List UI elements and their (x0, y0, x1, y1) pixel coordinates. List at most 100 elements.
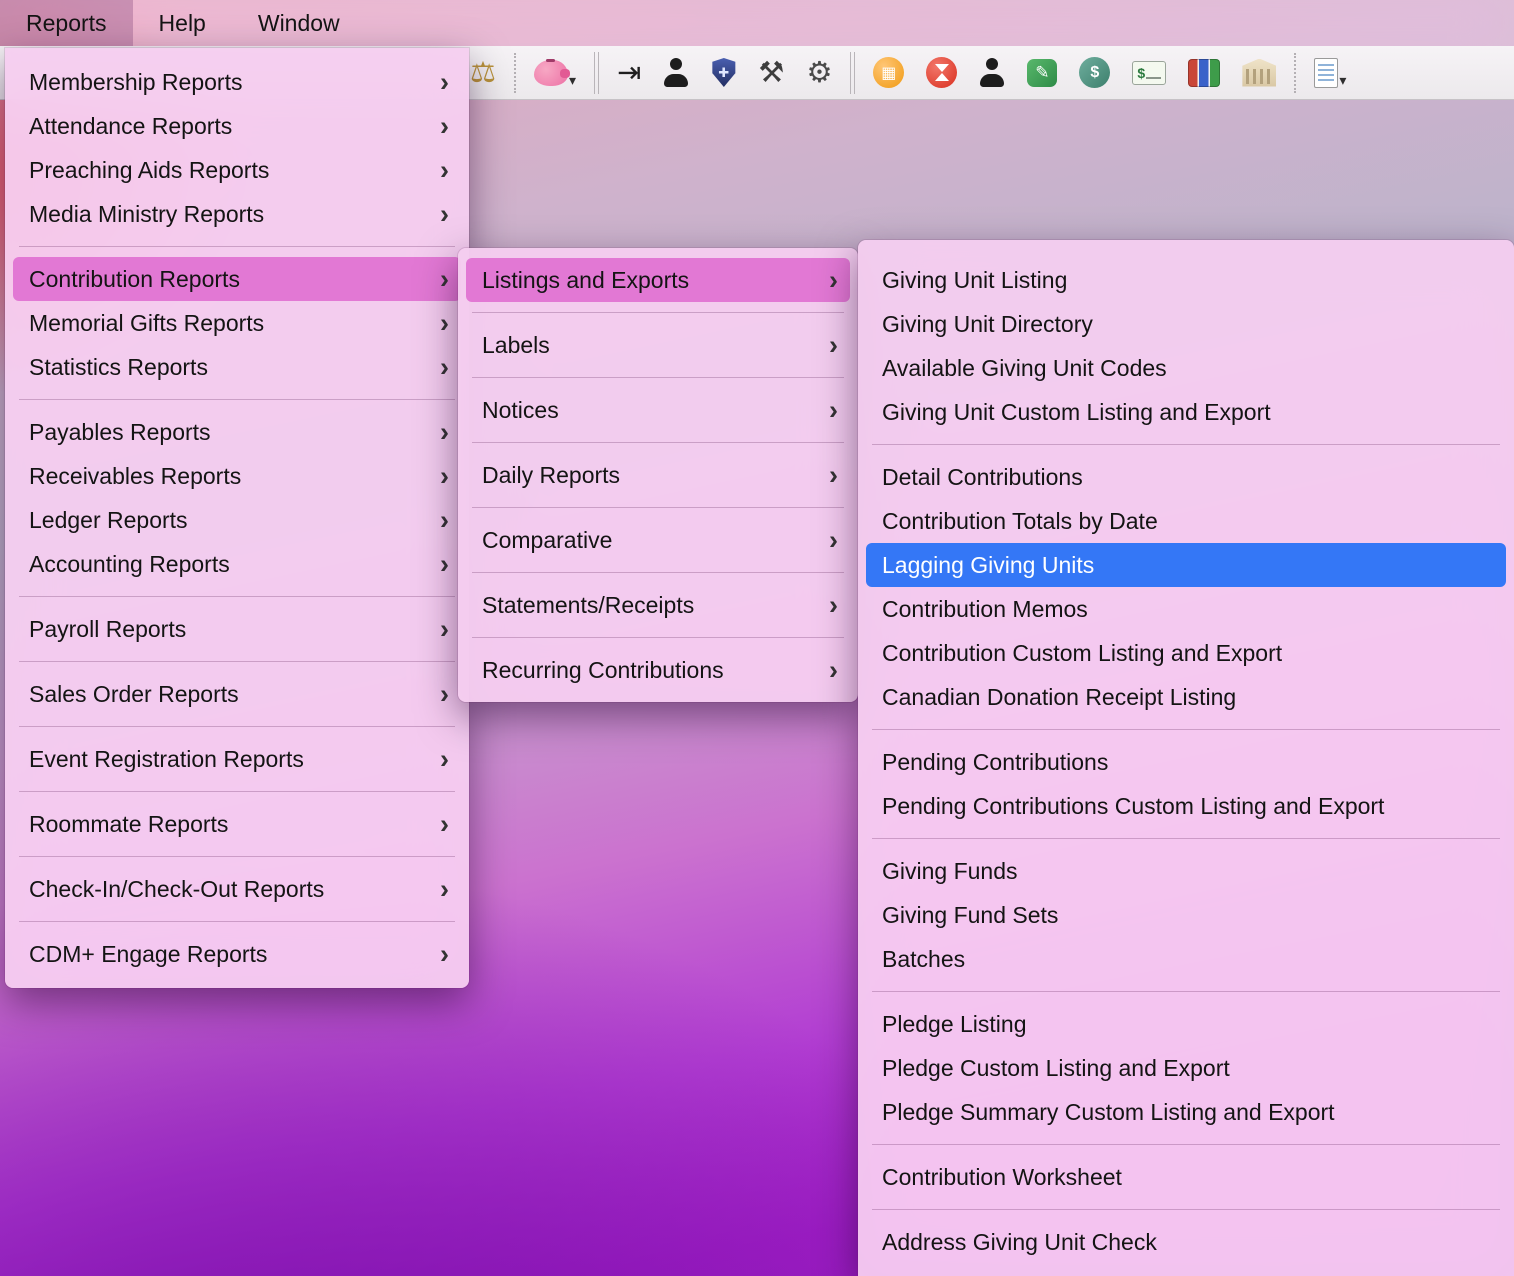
menu-item-giving-unit-directory[interactable]: Giving Unit Directory (866, 302, 1506, 346)
menu-item-giving-unit-listing[interactable]: Giving Unit Listing (866, 258, 1506, 302)
menu-item-daily-reports[interactable]: Daily Reports› (466, 453, 850, 497)
bank-icon-shape (1242, 59, 1276, 87)
menu-item-label: Attendance Reports (29, 113, 232, 140)
menu-item-label: Detail Contributions (882, 464, 1083, 491)
menu-item-label: Preaching Aids Reports (29, 157, 269, 184)
menubar-item-help[interactable]: Help (133, 0, 232, 46)
gear-icon[interactable]: ⚙ (806, 58, 832, 87)
menu-item-label: Batches (882, 946, 965, 973)
menu-item-label: Pledge Summary Custom Listing and Export (882, 1099, 1335, 1126)
menu-item-batches[interactable]: Batches (866, 937, 1506, 981)
menu-item-label: Statements/Receipts (482, 592, 694, 619)
hourglass-icon[interactable] (926, 57, 957, 88)
menu-item-media-ministry-reports[interactable]: Media Ministry Reports› (13, 192, 461, 236)
menu-item-statements-receipts[interactable]: Statements/Receipts› (466, 583, 850, 627)
menu-item-statistics-reports[interactable]: Statistics Reports› (13, 345, 461, 389)
menu-item-detail-contributions[interactable]: Detail Contributions (866, 455, 1506, 499)
menu-item-listings-and-exports[interactable]: Listings and Exports› (466, 258, 850, 302)
menu-item-receivables-reports[interactable]: Receivables Reports› (13, 454, 461, 498)
menu-item-label: Giving Unit Listing (882, 267, 1067, 294)
menubar-item-window[interactable]: Window (232, 0, 366, 46)
menu-item-label: Giving Unit Custom Listing and Export (882, 399, 1271, 426)
menu-separator (19, 791, 455, 792)
menu-item-labels[interactable]: Labels› (466, 323, 850, 367)
menu-item-attendance-reports[interactable]: Attendance Reports› (13, 104, 461, 148)
menu-item-sales-order-reports[interactable]: Sales Order Reports › (13, 672, 461, 716)
submenu-chevron-icon: › (829, 397, 838, 424)
menu-item-contribution-memos[interactable]: Contribution Memos (866, 587, 1506, 631)
menu-item-contribution-custom-listing-and-export[interactable]: Contribution Custom Listing and Export (866, 631, 1506, 675)
shield-icon[interactable]: ✚ (711, 58, 736, 87)
person-icon[interactable] (663, 58, 689, 87)
menu-item-label: Payroll Reports (29, 616, 186, 643)
menu-item-roommate-reports[interactable]: Roommate Reports› (13, 802, 461, 846)
menu-item-giving-funds[interactable]: Giving Funds (866, 849, 1506, 893)
menu-item-pledge-listing[interactable]: Pledge Listing (866, 1002, 1506, 1046)
menu-item-pending-contributions-custom-listing-and-export[interactable]: Pending Contributions Custom Listing and… (866, 784, 1506, 828)
menu-item-accounting-reports[interactable]: Accounting Reports› (13, 542, 461, 586)
menu-item-lagging-giving-units[interactable]: Lagging Giving Units (866, 543, 1506, 587)
menu-item-giving-fund-sets[interactable]: Giving Fund Sets (866, 893, 1506, 937)
submenu-chevron-icon: › (829, 462, 838, 489)
submenu-chevron-icon: › (440, 157, 449, 184)
menu-separator (872, 444, 1500, 445)
submenu-chevron-icon: › (440, 876, 449, 903)
menu-item-label: Giving Unit Directory (882, 311, 1093, 338)
menu-item-label: Canadian Donation Receipt Listing (882, 684, 1236, 711)
menu-item-address-giving-unit-check[interactable]: Address Giving Unit Check (866, 1220, 1506, 1264)
menu-item-pledge-custom-listing-and-export[interactable]: Pledge Custom Listing and Export (866, 1046, 1506, 1090)
submenu-chevron-icon: › (440, 681, 449, 708)
menu-item-label: Accounting Reports (29, 551, 230, 578)
menu-item-label: Sales Order Reports (29, 681, 239, 708)
walking-person-icon[interactable] (979, 58, 1005, 87)
menu-item-label: Pending Contributions (882, 749, 1108, 776)
wrench-icon[interactable]: ⚒ (758, 58, 784, 87)
menu-item-label: Membership Reports (29, 69, 242, 96)
menu-item-payroll-reports[interactable]: Payroll Reports› (13, 607, 461, 651)
menu-item-label: Contribution Reports (29, 266, 240, 293)
payroll-icon[interactable]: $ (1079, 57, 1110, 88)
menubar-item-reports[interactable]: Reports (0, 0, 133, 46)
menu-item-contribution-totals-by-date[interactable]: Contribution Totals by Date (866, 499, 1506, 543)
check-writing-icon[interactable]: ✎ (1027, 59, 1057, 87)
menu-item-label: Contribution Worksheet (882, 1164, 1122, 1191)
binders-icon[interactable] (1188, 59, 1220, 87)
menu-item-event-registration-reports[interactable]: Event Registration Reports› (13, 737, 461, 781)
menu-item-label: Pending Contributions Custom Listing and… (882, 793, 1384, 820)
menu-item-cdm-engage-reports[interactable]: CDM+ Engage Reports› (13, 932, 461, 976)
menu-item-membership-reports[interactable]: Membership Reports › (13, 60, 461, 104)
menu-item-label: CDM+ Engage Reports (29, 941, 267, 968)
reports-document-icon-shape (1314, 58, 1338, 88)
menu-item-comparative[interactable]: Comparative› (466, 518, 850, 562)
menu-item-recurring-contributions[interactable]: Recurring Contributions› (466, 648, 850, 692)
menu-item-check-in-check-out-reports[interactable]: Check-In/Check-Out Reports › (13, 867, 461, 911)
menu-separator (472, 442, 844, 443)
menu-item-contribution-reports[interactable]: Contribution Reports› (13, 257, 461, 301)
piggy-bank-icon[interactable]: ▾ (534, 60, 576, 86)
binders-icon-shape (1188, 59, 1220, 87)
menu-item-canadian-donation-receipt-listing[interactable]: Canadian Donation Receipt Listing (866, 675, 1506, 719)
menu-item-memorial-gifts-reports[interactable]: Memorial Gifts Reports› (13, 301, 461, 345)
menu-item-payables-reports[interactable]: Payables Reports› (13, 410, 461, 454)
toolbar-separator (850, 52, 855, 94)
bank-icon[interactable] (1242, 59, 1276, 87)
menu-item-giving-unit-custom-listing-and-export[interactable]: Giving Unit Custom Listing and Export (866, 390, 1506, 434)
reports-document-icon[interactable]: ▾ (1314, 58, 1346, 88)
menu-item-label: Available Giving Unit Codes (882, 355, 1167, 382)
menu-item-label: Check-In/Check-Out Reports (29, 876, 324, 903)
menu-item-pending-contributions[interactable]: Pending Contributions (866, 740, 1506, 784)
exit-icon[interactable]: ⇥ (617, 58, 641, 87)
check-icon-shape: $ (1132, 61, 1166, 85)
scales-icon[interactable]: ⚖ (470, 58, 496, 87)
menu-item-pledge-summary-custom-listing-and-export[interactable]: Pledge Summary Custom Listing and Export (866, 1090, 1506, 1134)
menu-item-available-giving-unit-codes[interactable]: Available Giving Unit Codes (866, 346, 1506, 390)
menu-item-preaching-aids-reports[interactable]: Preaching Aids Reports › (13, 148, 461, 192)
dropdown-caret-icon: ▾ (1339, 73, 1346, 87)
menu-separator (19, 246, 455, 247)
menu-item-notices[interactable]: Notices› (466, 388, 850, 432)
menu-item-contribution-worksheet[interactable]: Contribution Worksheet (866, 1155, 1506, 1199)
submenu-chevron-icon: › (440, 69, 449, 96)
check-icon[interactable]: $ (1132, 61, 1166, 85)
menu-item-ledger-reports[interactable]: Ledger Reports› (13, 498, 461, 542)
calculator-icon[interactable]: ▦ (873, 57, 904, 88)
